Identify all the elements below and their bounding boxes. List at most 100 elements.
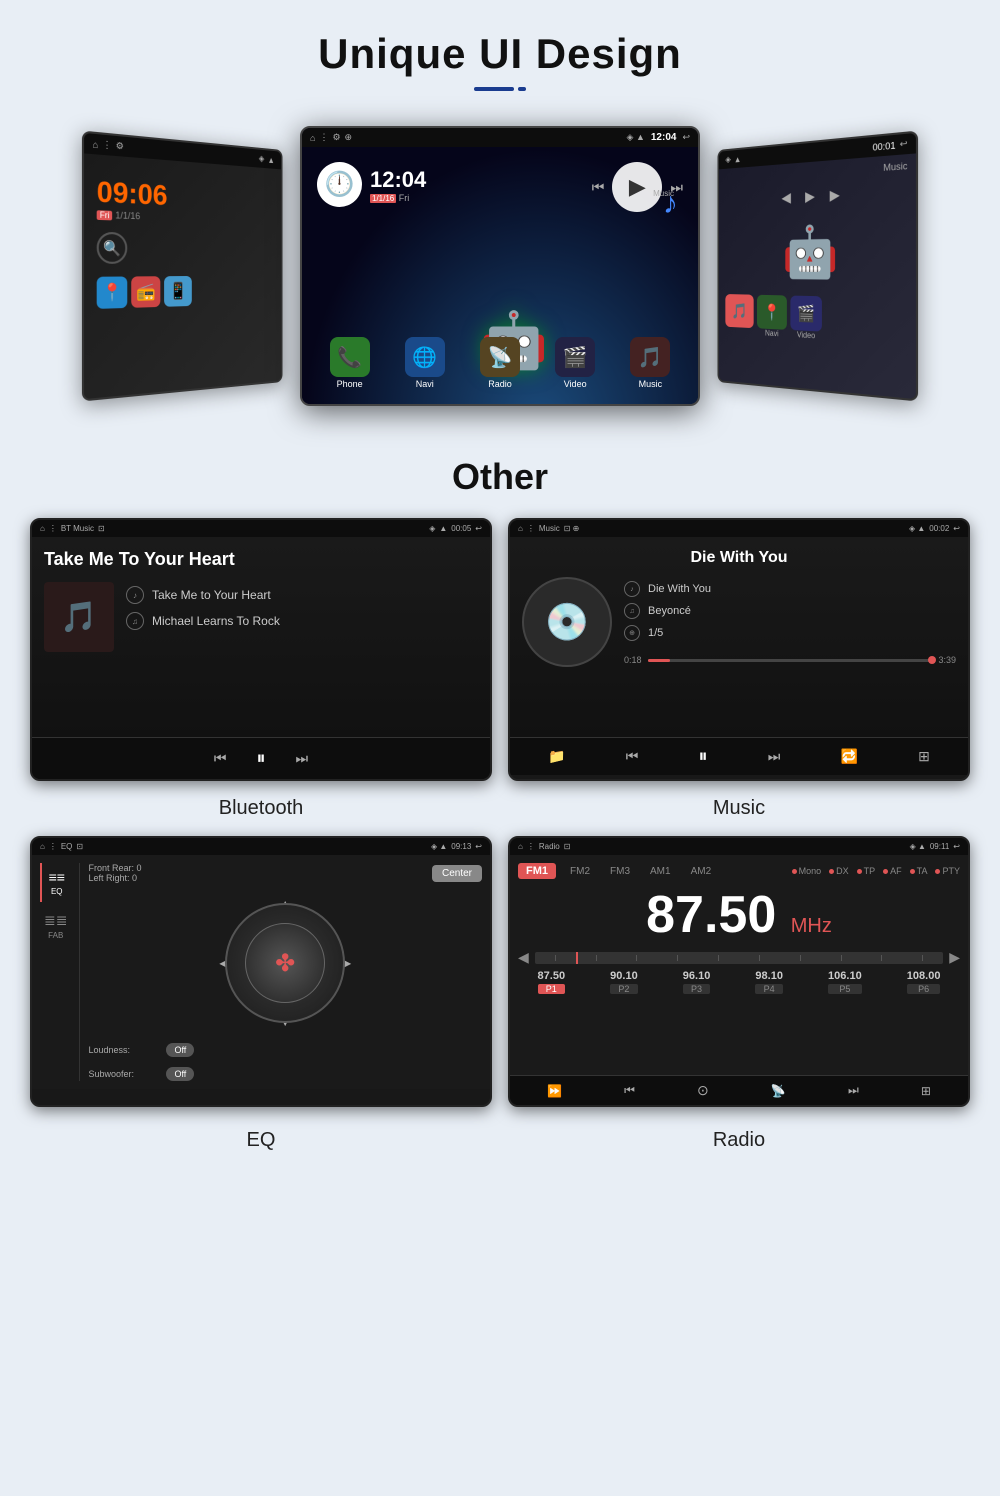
music-next-btn[interactable]: ⏭: [768, 748, 781, 765]
app-icon-radio[interactable]: 📻: [131, 276, 160, 308]
screens-section: ⌂ ⋮ ⚙ ◈ ▲ 09:06 Fri 1/1/16 🔍 📍 📻: [0, 116, 1000, 446]
radio-band-am1[interactable]: AM1: [644, 864, 677, 879]
left-screen-content: 09:06 Fri 1/1/16 🔍 📍 📻 📱: [84, 153, 281, 401]
center-app-video[interactable]: 🎬 Video: [555, 337, 595, 389]
wifi-icon: ⚙: [332, 132, 340, 143]
bt-next-btn[interactable]: ⏭: [296, 750, 309, 767]
screen-left-wrapper: ⌂ ⋮ ⚙ ◈ ▲ 09:06 Fri 1/1/16 🔍 📍 📻: [80, 141, 300, 391]
progress-bar[interactable]: [648, 659, 933, 662]
center-button[interactable]: Center: [432, 865, 482, 882]
app-icon-phone[interactable]: 📱: [164, 276, 192, 307]
eq-icon: ≡≡: [49, 869, 65, 885]
navi-app-icon-right: 📍: [757, 295, 787, 330]
sidebar-item-eq[interactable]: ≡≡ EQ: [40, 863, 71, 902]
eq-back: ↩: [475, 842, 482, 851]
radio-icon: 📡: [480, 337, 520, 377]
app-grid-right: 🎵 📍 Navi 🎬 Video: [722, 290, 912, 350]
tuner-right-arrow[interactable]: ▶: [949, 949, 960, 966]
app-navi-right[interactable]: 📍 Navi: [757, 295, 787, 339]
tuner-bar[interactable]: [535, 952, 943, 964]
eq-knob-inner: ✤: [245, 923, 325, 1003]
radio-prev-btn[interactable]: ⏮: [624, 1083, 635, 1098]
menu-icon: ⋮: [319, 132, 328, 143]
home-icon-eq: ⌂: [40, 842, 45, 851]
radio-band-fm1[interactable]: FM1: [518, 863, 556, 879]
music-prev-btn[interactable]: ⏮: [626, 748, 639, 765]
search-icon[interactable]: 🔍: [97, 232, 128, 264]
folder-icon-mu[interactable]: 📁: [548, 748, 565, 765]
header-underline: [474, 87, 526, 91]
next-icon-right[interactable]: ▶: [830, 186, 840, 204]
other-section: Other ⌂ ⋮ BT Music ⊡ ◈ ▲ 00:05 ↩ Take: [0, 446, 1000, 1188]
tuner-left-arrow[interactable]: ◀: [518, 949, 529, 966]
person-icon-bt: ♫: [126, 612, 144, 630]
music-controls: 📁 ⏮ ⏸ ⏭ 🔁 ⊞: [510, 737, 968, 775]
center-app-navi[interactable]: 🌐 Navi: [405, 337, 445, 389]
radio-home-btn[interactable]: ⊙: [697, 1082, 709, 1099]
center-clock-date: 1/1/16 Fri: [370, 193, 426, 203]
preset-1[interactable]: 87.50 P1: [538, 970, 566, 994]
eq-status-icon: ⊡: [76, 842, 83, 851]
other-title: Other: [0, 456, 1000, 498]
bt-music-icon: ⊡: [98, 524, 105, 533]
radio-location: ◈ ▲: [910, 842, 926, 851]
preset-3[interactable]: 96.10 P3: [683, 970, 711, 994]
bt-play-btn[interactable]: ⏸: [257, 748, 266, 769]
music-content: Die With You 💿 ♪ Die With You ♫ Beyoncé: [510, 537, 968, 737]
bt-track-details: ♪ Take Me to Your Heart ♫ Michael Learns…: [126, 582, 280, 630]
app-video-right[interactable]: 🎬 Video: [790, 296, 822, 341]
person-icon-mu: ♫: [624, 603, 640, 619]
radio-prev-scan[interactable]: ⏩: [547, 1084, 562, 1098]
radio-label: Radio: [508, 1123, 970, 1168]
left-right-row: Left Right: 0: [88, 873, 141, 883]
location-icon: ◈: [259, 153, 265, 164]
eq-status-label: EQ: [61, 842, 73, 851]
prev-icon-right[interactable]: ◀: [781, 189, 790, 206]
preset-5[interactable]: 106.10 P5: [828, 970, 862, 994]
center-time: 12:04: [651, 132, 677, 143]
loudness-toggle[interactable]: Off: [166, 1043, 194, 1057]
center-app-radio[interactable]: 📡 Radio: [480, 337, 520, 389]
music-note-icon: ♪: [663, 187, 678, 221]
music-menu-btn[interactable]: ⊞: [918, 748, 930, 765]
subwoofer-row: Subwoofer: Off: [88, 1067, 482, 1081]
play-icon-right[interactable]: ▶: [805, 188, 815, 206]
location-pin-icon: ◈ ▲: [627, 132, 645, 143]
eq-main-area: Front Rear: 0 Left Right: 0 Center ▲ ▼: [88, 863, 482, 1081]
skip-back-icon[interactable]: ⏮: [592, 179, 605, 196]
android-home-bg: 🕛 12:04 1/1/16 Fri ⏮ ▶ ⏭ Music: [302, 147, 698, 406]
preset-4[interactable]: 98.10 P4: [755, 970, 783, 994]
right-screen-content: Music ◀ ▶ ▶ 🤖 🎵 📍 Navi 🎬: [719, 153, 916, 401]
navi-icon: 🌐: [405, 337, 445, 377]
radio-band-row: FM1 FM2 FM3 AM1 AM2 Mono DX TP AF TA PTY: [518, 863, 960, 879]
play-button-center[interactable]: ▶: [612, 162, 662, 212]
radio-band-am2[interactable]: AM2: [685, 864, 718, 879]
radio-band-fm3[interactable]: FM3: [604, 864, 636, 879]
preset-6[interactable]: 108.00 P6: [907, 970, 941, 994]
preset-2[interactable]: 90.10 P2: [610, 970, 638, 994]
music-track-details: ♪ Die With You ♫ Beyoncé ⊕ 1/5 0:18: [624, 577, 956, 673]
center-app-phone[interactable]: 📞 Phone: [330, 337, 370, 389]
center-app-music[interactable]: 🎵 Music: [630, 337, 670, 389]
radio-tuner-bar: ◀: [518, 949, 960, 966]
option-tp: TP: [857, 866, 876, 876]
subwoofer-toggle[interactable]: Off: [166, 1067, 194, 1081]
settings-icon: ⚙: [116, 140, 124, 152]
bt-album-art: 🎵: [44, 582, 114, 652]
music-play-btn[interactable]: ⏸: [699, 746, 708, 767]
bt-prev-btn[interactable]: ⏮: [214, 750, 227, 767]
underline-short: [518, 87, 526, 91]
eq-knob[interactable]: ✤: [225, 903, 345, 1023]
eq-status-bar: ⌂ ⋮ EQ ⊡ ◈ ▲ 09:13 ↩: [32, 838, 490, 855]
radio-band-fm2[interactable]: FM2: [564, 864, 596, 879]
bt-music-label: BT Music: [61, 524, 94, 533]
radio-menu-btn[interactable]: ⊞: [921, 1084, 931, 1098]
clock-widget: 🕛 12:04 1/1/16 Fri: [317, 162, 426, 207]
underline-long: [474, 87, 514, 91]
sidebar-item-fab[interactable]: ≣≣ FAB: [40, 906, 71, 946]
radio-next-btn[interactable]: ⏭: [848, 1083, 859, 1098]
header-section: Unique UI Design: [0, 0, 1000, 116]
music-repeat-btn[interactable]: 🔁: [841, 748, 858, 765]
music-elapsed: 0:18: [624, 655, 642, 665]
bt-track-name-row: ♪ Take Me to Your Heart: [126, 586, 280, 604]
